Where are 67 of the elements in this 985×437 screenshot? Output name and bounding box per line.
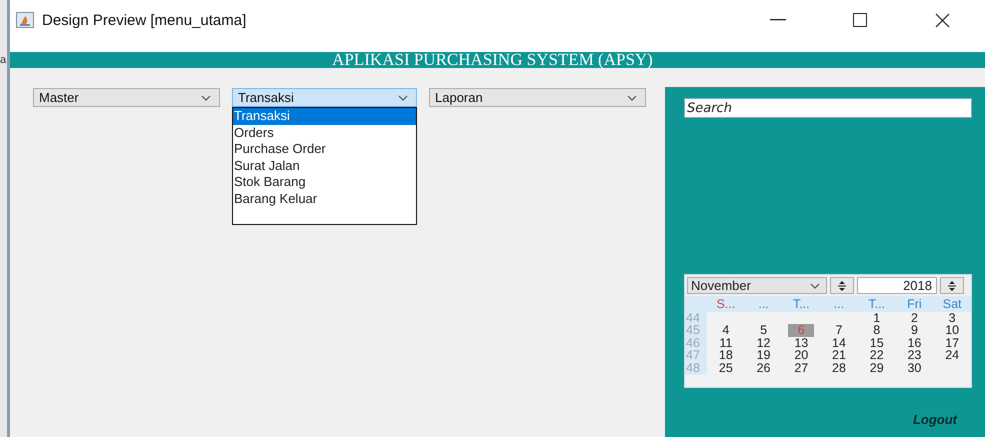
chevron-icon bbox=[627, 94, 637, 100]
calendar-day[interactable]: 11 bbox=[707, 336, 745, 350]
calendar-day[interactable]: 20 bbox=[782, 349, 820, 362]
calendar-day[interactable]: 3 bbox=[933, 312, 971, 324]
app-icon bbox=[16, 12, 34, 28]
calendar-day[interactable]: 22 bbox=[858, 349, 896, 362]
background-text: a bbox=[0, 54, 6, 66]
calendar-day[interactable]: 18 bbox=[707, 349, 745, 362]
year-spinner[interactable] bbox=[940, 277, 964, 294]
calendar-day[interactable]: 28 bbox=[820, 362, 858, 375]
calendar-day[interactable]: 26 bbox=[744, 362, 782, 375]
calendar-day[interactable]: 23 bbox=[896, 349, 934, 362]
calendar-day[interactable]: 16 bbox=[896, 336, 934, 350]
search-field[interactable]: Search bbox=[684, 98, 972, 118]
month-dropdown[interactable]: November bbox=[687, 277, 827, 294]
close-icon[interactable] bbox=[934, 12, 950, 28]
window-title: Design Preview [menu_utama] bbox=[42, 12, 248, 28]
calendar-day[interactable]: 5 bbox=[744, 324, 782, 337]
weekday-header: Fri bbox=[896, 296, 934, 312]
week-number: 47 bbox=[685, 349, 707, 362]
calendar-day[interactable]: 9 bbox=[896, 324, 934, 337]
app-title: APLIKASI PURCHASING SYSTEM (APSY) bbox=[332, 52, 654, 68]
calendar-day[interactable]: 10 bbox=[933, 324, 971, 337]
year-field[interactable]: 2018 bbox=[857, 277, 937, 294]
week-number: 45 bbox=[685, 324, 707, 337]
logout-link[interactable]: Logout bbox=[912, 412, 957, 427]
calendar-day[interactable]: 17 bbox=[933, 336, 971, 350]
weekday-header: S... bbox=[707, 296, 745, 312]
calendar-day[interactable]: 14 bbox=[820, 336, 858, 350]
calendar-day[interactable]: 19 bbox=[744, 349, 782, 362]
weekday-header: Sat bbox=[933, 296, 971, 312]
calendar-day[interactable]: 1 bbox=[858, 312, 896, 324]
calendar-day[interactable]: 8 bbox=[858, 324, 896, 337]
calendar-day[interactable]: 21 bbox=[820, 349, 858, 362]
menu-dropdown[interactable]: Master bbox=[33, 88, 220, 107]
menu-dropdown[interactable]: Transaksi bbox=[232, 88, 417, 107]
minimize-icon[interactable] bbox=[770, 19, 786, 21]
dropdown-item[interactable]: Purchase Order bbox=[233, 141, 416, 158]
weekday-header: T... bbox=[858, 296, 896, 312]
calendar-day[interactable]: 25 bbox=[707, 362, 745, 375]
calendar-day[interactable]: 7 bbox=[820, 324, 858, 337]
calendar-day[interactable]: 27 bbox=[782, 362, 820, 375]
weekday-header: ... bbox=[820, 296, 858, 312]
dropdown-item[interactable]: Surat Jalan bbox=[233, 158, 416, 174]
menu-dropdown[interactable]: Laporan bbox=[429, 88, 646, 107]
calendar-day[interactable]: 30 bbox=[896, 362, 934, 375]
calendar-day[interactable]: 24 bbox=[933, 349, 971, 362]
dropdown-item[interactable]: Orders bbox=[233, 124, 416, 141]
weekday-header: T... bbox=[782, 296, 820, 312]
dropdown-item[interactable]: Stok Barang bbox=[233, 174, 416, 190]
weekday-header: ... bbox=[744, 296, 782, 312]
month-spinner[interactable] bbox=[830, 277, 854, 294]
calendar-day[interactable]: 13 bbox=[782, 336, 820, 350]
week-number: 46 bbox=[685, 336, 707, 350]
week-number: 48 bbox=[685, 362, 707, 375]
calendar-day[interactable]: 15 bbox=[858, 336, 896, 350]
chevron-icon bbox=[201, 94, 211, 100]
dropdown-item[interactable]: Transaksi bbox=[233, 108, 416, 124]
calendar-day[interactable]: 29 bbox=[858, 362, 896, 375]
week-number: 44 bbox=[685, 312, 707, 324]
calendar-day[interactable]: 4 bbox=[707, 324, 745, 337]
maximize-icon[interactable] bbox=[853, 13, 867, 27]
chevron-icon bbox=[810, 282, 820, 288]
dropdown-item[interactable]: Barang Keluar bbox=[233, 190, 416, 207]
calendar-day[interactable]: 12 bbox=[744, 336, 782, 350]
chevron-icon bbox=[398, 94, 408, 100]
calendar-day[interactable]: 2 bbox=[896, 312, 934, 324]
